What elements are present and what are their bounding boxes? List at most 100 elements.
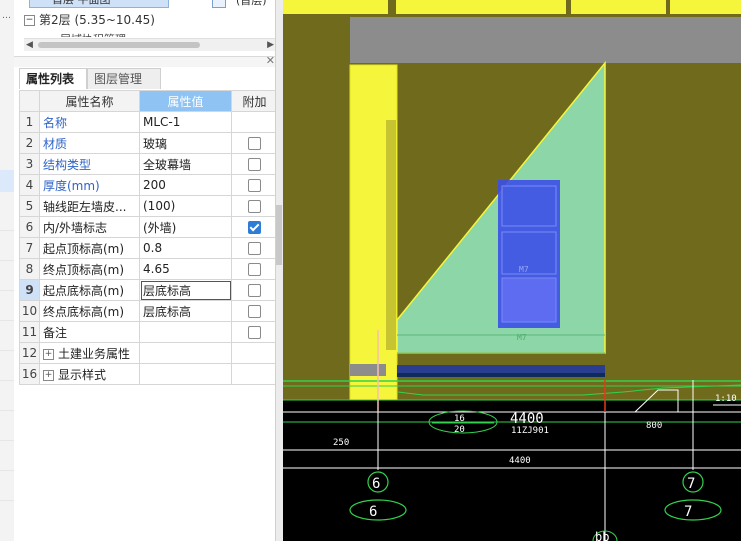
property-value[interactable]: 4.65 [139,258,232,280]
row-index: 10 [19,300,40,322]
tree-horizontal-scrollbar[interactable]: ◀ ▶ [24,38,276,51]
header-value: 属性值 [139,90,232,112]
tab-properties[interactable]: 属性列表 [19,68,87,89]
extra-checkbox[interactable] [248,158,261,171]
property-name: 材质 [39,132,140,154]
left-strip-selected-item[interactable] [0,170,14,192]
table-row[interactable]: 8 终点顶标高(m) 4.65 [19,258,278,280]
tree-node-floor-2[interactable]: − 第2层 (5.35~10.45) [24,11,155,28]
row-index: 7 [19,237,40,259]
scrollbar-thumb[interactable] [38,42,200,48]
property-value[interactable]: MLC-1 [139,111,232,133]
dimension-4400-upper: 4400 [510,411,544,427]
close-icon[interactable]: ✕ [266,54,275,67]
extra-checkbox[interactable] [248,326,261,339]
expand-icon[interactable]: + [43,369,54,381]
panel-divider: ✕ [14,54,281,67]
property-value[interactable]: 层底标高 [139,279,232,301]
property-name: 结构类型 [39,153,140,175]
group-row[interactable]: 12 + 土建业务属性 [19,342,278,364]
property-value[interactable]: 200 [139,174,232,196]
tree-node-child[interactable]: 层域协程管理 [60,31,280,37]
row-index: 4 [19,174,40,196]
row-index: 3 [19,153,40,175]
group-value [139,363,232,385]
property-value[interactable]: (100) [139,195,232,217]
extra-cell [231,300,278,322]
extra-cell [231,321,278,343]
extra-checkbox[interactable] [248,263,261,276]
tree-node-label: 第2层 (5.35~10.45) [39,13,155,27]
row-index: 16 [19,363,40,385]
extra-checkbox[interactable] [248,242,261,255]
svg-text:6: 6 [369,504,377,520]
table-row[interactable]: 2 材质 玻璃 [19,132,278,154]
splitter-handle[interactable] [276,205,282,265]
detail-ref-bottom: 20 [454,425,465,435]
column-inner-olive [386,120,396,350]
property-value[interactable]: 全玻幕墙 [139,153,232,175]
detail-ref-code: 11ZJ901 [511,426,549,436]
table-row[interactable]: 10 终点底标高(m) 层底标高 [19,300,278,322]
extra-checkbox[interactable] [248,137,261,150]
table-row[interactable]: 6 内/外墙标志 (外墙) [19,216,278,238]
collapse-icon[interactable]: − [24,15,35,26]
extra-cell [231,132,278,154]
property-value[interactable]: 0.8 [139,237,232,259]
drawing-canvas[interactable]: M7 M7 16 20 4400 11ZJ901 800 1:10 250 44… [283,0,741,544]
expand-icon[interactable]: + [43,348,54,360]
row-index: 5 [19,195,40,217]
row-index: 6 [19,216,40,238]
extra-checkbox[interactable] [248,179,261,192]
property-name: 起点顶标高(m) [39,237,140,259]
row-index: 8 [19,258,40,280]
extra-cell [231,216,278,238]
group-name[interactable]: + 显示样式 [39,363,140,385]
tab-layers[interactable]: 图层管理 [87,68,161,89]
row-index: 9 [19,279,40,301]
extra-checkbox[interactable] [248,200,261,213]
group-extra [231,342,278,364]
table-row[interactable]: 11 备注 [19,321,278,343]
header-index [19,90,40,112]
scroll-right-icon[interactable]: ▶ [267,40,274,50]
properties-panel: 首层 平面图 (首层) −第2层 (5.35~10.45) 层域协程管理 ◀ ▶… [14,0,281,541]
property-name: 名称 [39,111,140,133]
property-value[interactable]: (外墙) [139,216,232,238]
extra-checkbox[interactable] [248,284,261,297]
window-m7-label-bottom: M7 [517,333,527,342]
extra-cell [231,153,278,175]
property-value[interactable] [139,321,232,343]
property-value[interactable]: 层底标高 [139,300,232,322]
row-index: 2 [19,132,40,154]
table-row[interactable]: 7 起点顶标高(m) 0.8 [19,237,278,259]
scroll-left-icon[interactable]: ◀ [26,40,33,50]
dimension-250: 250 [333,438,349,448]
group-row[interactable]: 16 + 显示样式 [19,363,278,385]
top-yellow-strip [283,0,741,14]
scale-label: 1:10 [715,394,737,404]
table-row[interactable]: 9 起点底标高(m) 层底标高 [19,279,278,301]
floor-toggle-icon[interactable] [212,0,226,8]
extra-checkbox[interactable] [248,305,261,318]
left-toolbar-strip: … [0,0,15,541]
property-name: 终点底标高(m) [39,300,140,322]
table-row[interactable]: 3 结构类型 全玻幕墙 [19,153,278,175]
property-name: 厚度(mm) [39,174,140,196]
property-name: 备注 [39,321,140,343]
row-index: 11 [19,321,40,343]
group-name[interactable]: + 土建业务属性 [39,342,140,364]
floor-side-label: (首层) [236,0,267,7]
more-icon[interactable]: … [2,12,12,21]
table-row[interactable]: 4 厚度(mm) 200 [19,174,278,196]
floor-plan-button[interactable]: 首层 平面图 [29,0,169,8]
group-value [139,342,232,364]
extra-checkbox[interactable] [248,221,261,234]
beam-gray-band [350,17,741,63]
svg-text:7: 7 [684,504,692,520]
property-value[interactable]: 玻璃 [139,132,232,154]
table-row[interactable]: 1 名称 MLC-1 [19,111,278,133]
sill-band [397,365,605,373]
table-row[interactable]: 5 轴线距左墙皮... (100) [19,195,278,217]
property-name: 起点底标高(m) [39,279,140,301]
